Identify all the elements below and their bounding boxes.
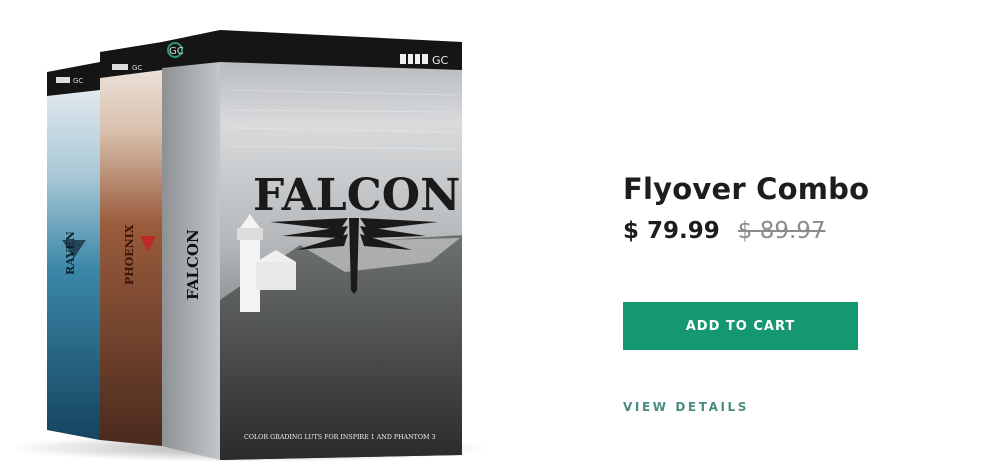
falcon-tagline: COLOR GRADING LUTS FOR INSPIRE 1 AND PHA… <box>244 434 436 441</box>
falcon-box: GC FALCON GC FALCON COLOR GRADING LUTS F… <box>162 30 462 460</box>
phoenix-box-title: PHOENIX <box>123 224 136 285</box>
phoenix-box: GC PHOENIX <box>100 42 162 446</box>
falcon-spine-title: FALCON <box>184 229 202 300</box>
raven-box-logo: GC <box>73 77 83 85</box>
view-details-link[interactable]: VIEW DETAILS <box>623 400 749 414</box>
current-price: $ 79.99 <box>623 218 720 244</box>
falcon-spine-logo: GC <box>169 46 184 57</box>
add-to-cart-button[interactable]: ADD TO CART <box>623 302 858 350</box>
phoenix-box-logo: GC <box>132 64 142 72</box>
raven-box: GC RAVEN <box>47 62 100 440</box>
price-row: $ 79.99 $ 89.97 <box>623 218 963 248</box>
product-box-image: GC RAVEN GC PHOENIX GC FALCON GC FALCON … <box>10 30 490 462</box>
falcon-front-logo: GC <box>432 54 449 67</box>
product-info: Flyover Combo $ 79.99 $ 89.97 ADD TO CAR… <box>623 170 963 414</box>
original-price: $ 89.97 <box>737 218 826 244</box>
product-title: Flyover Combo <box>623 172 870 206</box>
falcon-front-title: FALCON <box>253 170 460 221</box>
